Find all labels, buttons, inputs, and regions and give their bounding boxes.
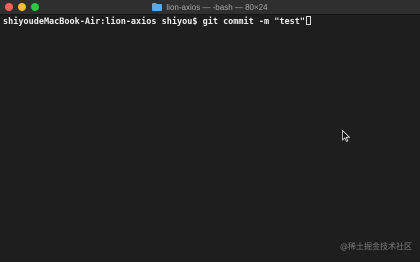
text-cursor [305,16,311,25]
command-line: shiyoudeMacBook-Air:lion-axios shiyou$ g… [3,16,311,28]
command-text: git commit -m "test" [202,17,305,27]
watermark: @稀土掘金技术社区 [340,242,412,251]
shell-prompt: shiyoudeMacBook-Air:lion-axios shiyou$ [3,17,203,27]
window-title-area: lion-axios — -bash — 80×24 [0,0,420,14]
mouse-pointer-icon [342,130,350,142]
terminal-window: lion-axios — -bash — 80×24 shiyoudeMacBo… [0,0,420,262]
title-bar[interactable]: lion-axios — -bash — 80×24 [0,0,420,15]
terminal-content[interactable]: shiyoudeMacBook-Air:lion-axios shiyou$ g… [0,15,420,262]
folder-icon [152,3,163,11]
window-title: lion-axios — -bash — 80×24 [166,2,268,12]
